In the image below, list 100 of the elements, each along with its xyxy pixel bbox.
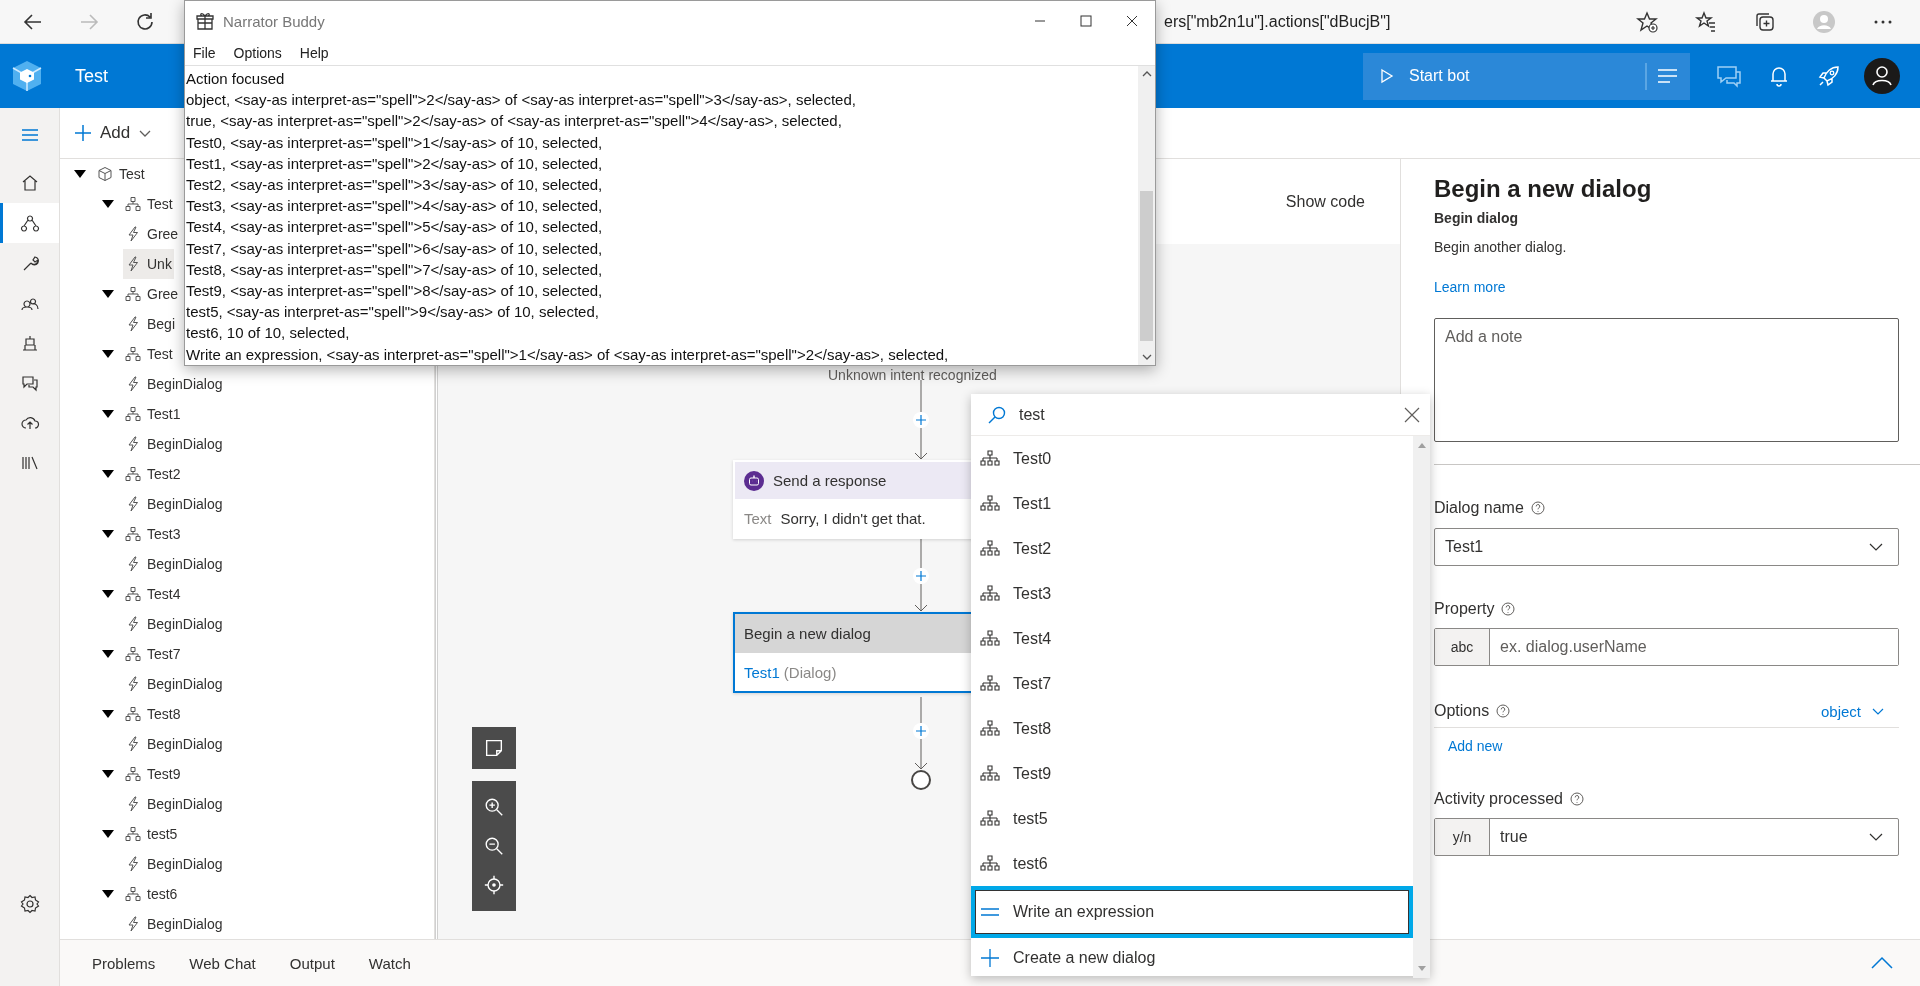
caret-icon[interactable] — [101, 289, 115, 299]
tree-item[interactable]: Gree — [123, 279, 181, 309]
caret-icon[interactable] — [101, 769, 115, 779]
help-icon[interactable] — [1530, 501, 1545, 515]
dropdown-option[interactable]: Test8 — [971, 706, 1413, 751]
tree-item[interactable]: BeginDialog — [123, 849, 225, 879]
property-field[interactable]: abc ex. dialog.userName — [1434, 628, 1899, 666]
panel-tab[interactable]: Problems — [90, 946, 158, 980]
menu-item[interactable]: File — [193, 45, 216, 61]
caret-icon[interactable] — [101, 409, 115, 419]
lightning-icon — [125, 856, 141, 872]
tree-item[interactable]: Test3 — [123, 519, 183, 549]
add-new-link[interactable]: Add new — [1448, 736, 1503, 756]
learn-more-link[interactable]: Learn more — [1434, 277, 1506, 297]
chevron-up-icon[interactable] — [1870, 956, 1894, 970]
caret-icon[interactable] — [101, 649, 115, 659]
add-step-button[interactable] — [913, 723, 929, 739]
log-line: Action focused — [186, 69, 286, 89]
activity-select[interactable]: y/n true — [1434, 818, 1899, 856]
tree-item[interactable]: BeginDialog — [123, 789, 225, 819]
panel-tab[interactable]: Output — [287, 946, 337, 980]
log-line: Test4, <say-as interpret-as="spell">5</say-as> of 10, selected, — [186, 217, 604, 238]
caret-icon[interactable] — [101, 199, 115, 209]
caret-icon[interactable] — [101, 829, 115, 839]
tree-item[interactable]: Test — [95, 159, 147, 189]
plus-icon — [980, 948, 1000, 968]
panel-tab[interactable]: Web Chat — [187, 946, 258, 980]
add-step-button[interactable] — [913, 568, 929, 584]
dropdown-option[interactable]: Write an expression — [971, 886, 1413, 938]
star-add-icon[interactable] — [1635, 9, 1659, 34]
caret-icon[interactable] — [101, 589, 115, 599]
help-icon[interactable] — [1569, 792, 1584, 806]
avatar-icon[interactable] — [1864, 58, 1900, 94]
hierarchy-icon — [980, 673, 1000, 694]
tree-item[interactable]: Test — [123, 189, 175, 219]
panel-tab[interactable]: Watch — [366, 946, 413, 980]
caret-icon[interactable] — [101, 469, 115, 479]
scroll-down-icon[interactable] — [1141, 353, 1152, 361]
tree-item[interactable]: test6 — [123, 879, 180, 909]
add-step-button[interactable] — [913, 412, 929, 428]
tree-item[interactable]: Test9 — [123, 759, 183, 789]
caret-icon[interactable] — [101, 349, 115, 359]
settings-icon[interactable] — [19, 894, 40, 914]
hierarchy-icon — [125, 526, 141, 542]
select-value: true — [1500, 828, 1528, 846]
tree-item[interactable]: BeginDialog — [123, 549, 225, 579]
menu-icon[interactable] — [1645, 52, 1690, 100]
tree-item[interactable]: Test7 — [123, 639, 183, 669]
start-bot-button[interactable]: Start bot — [1363, 52, 1645, 100]
dropdown-option[interactable]: test5 — [971, 796, 1413, 841]
menu-item[interactable]: Help — [299, 45, 329, 61]
type-dropdown[interactable]: object — [1820, 702, 1899, 720]
tree-item[interactable]: Gree — [123, 219, 181, 249]
window-title: Narrator Buddy — [223, 12, 325, 30]
hierarchy-icon — [980, 718, 1000, 739]
nav-item[interactable] — [0, 203, 59, 243]
dialog-link[interactable]: Test1 — [744, 663, 780, 681]
note-field[interactable]: Add a note — [1434, 318, 1899, 442]
tree-item[interactable]: BeginDialog — [123, 489, 225, 519]
tree-item[interactable]: Unk — [123, 249, 174, 279]
favorites-icon[interactable] — [1694, 9, 1718, 34]
tree-item[interactable]: BeginDialog — [123, 609, 225, 639]
log-line: object, <say-as interpret-as="spell">2</say-as> of <say-as interpret-as="spell">3</say-as>, selected, — [186, 90, 857, 111]
tree-item[interactable]: Test1 — [123, 399, 183, 429]
show-code-button[interactable]: Show code — [1285, 186, 1365, 217]
center-icon[interactable] — [483, 874, 505, 897]
response-text: Sorry, I didn't get that. — [780, 509, 926, 527]
tree-item[interactable]: Test — [123, 339, 175, 369]
dropdown-option[interactable]: Create a new dialog — [971, 938, 1413, 978]
zoom-out-icon[interactable] — [483, 835, 505, 857]
plus-icon — [916, 726, 926, 736]
lightning-icon — [125, 316, 141, 332]
tree-item[interactable]: Test4 — [123, 579, 183, 609]
close-icon[interactable] — [1404, 406, 1420, 423]
dialog-name-select[interactable]: Test1 — [1434, 528, 1899, 566]
dropdown-option[interactable]: Test9 — [971, 751, 1413, 796]
tree-item[interactable]: BeginDialog — [123, 369, 225, 399]
connector-line — [920, 696, 922, 724]
scrollbar[interactable] — [1138, 66, 1155, 365]
help-icon[interactable] — [1501, 602, 1516, 616]
help-icon[interactable] — [1496, 704, 1511, 718]
note-icon[interactable] — [483, 737, 505, 759]
tree-item[interactable]: BeginDialog — [123, 729, 225, 759]
tree-item[interactable]: BeginDialog — [123, 909, 225, 939]
tree-item[interactable]: Test8 — [123, 699, 183, 729]
address-text[interactable]: ers["mb2n1u"].actions["dBucjB"] — [1164, 12, 1391, 31]
tree-item[interactable]: BeginDialog — [123, 669, 225, 699]
caret-icon[interactable] — [101, 889, 115, 899]
menu-item[interactable]: Options — [233, 45, 282, 61]
tree-item[interactable]: test5 — [123, 819, 180, 849]
caret-icon[interactable] — [101, 529, 115, 539]
add-button[interactable]: Add — [70, 115, 157, 151]
caret-icon[interactable] — [101, 709, 115, 719]
caret-icon[interactable] — [73, 169, 87, 179]
tree-item[interactable]: Begi — [123, 309, 178, 339]
card-title: Send a response — [773, 472, 887, 489]
tree-item[interactable]: BeginDialog — [123, 429, 225, 459]
dropdown-option[interactable]: test6 — [971, 841, 1413, 886]
scroll-up-icon[interactable] — [1141, 70, 1152, 78]
tree-item[interactable]: Test2 — [123, 459, 183, 489]
